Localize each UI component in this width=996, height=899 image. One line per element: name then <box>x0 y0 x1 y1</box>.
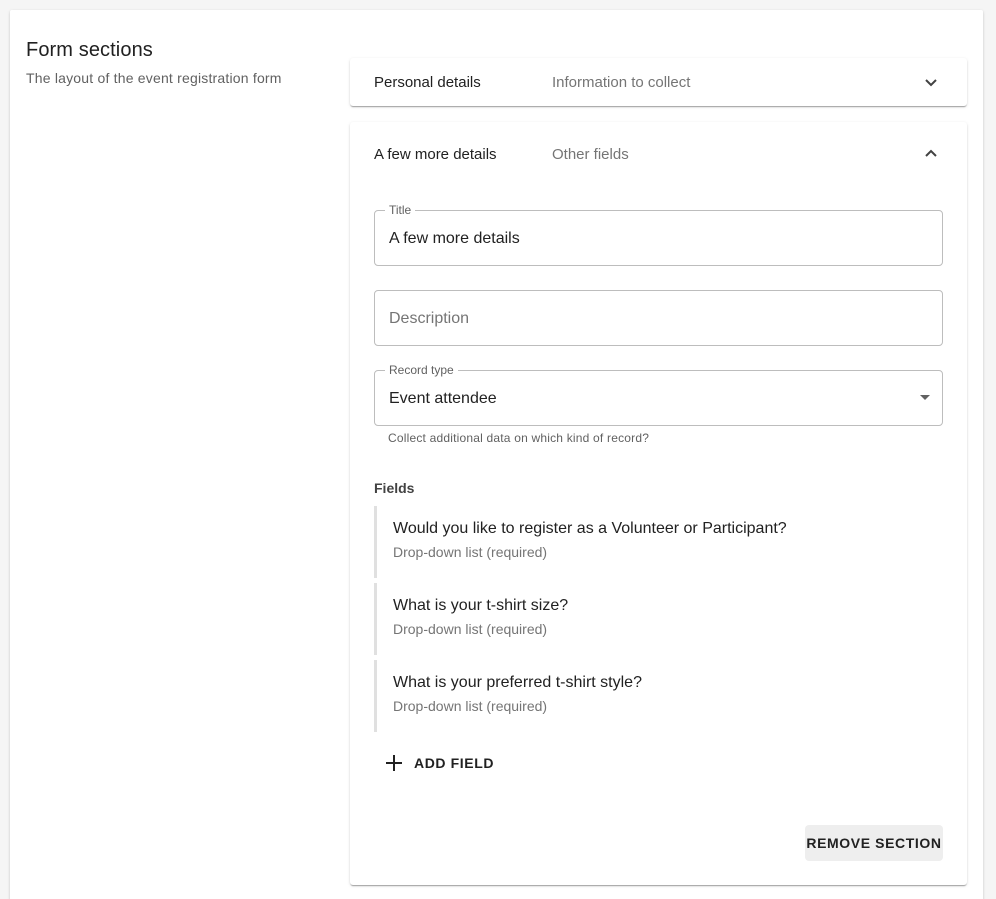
chevron-up-icon[interactable] <box>919 142 943 166</box>
record-type-helper: Collect additional data on which kind of… <box>388 431 650 445</box>
remove-section-button[interactable]: REMOVE SECTION <box>805 825 943 861</box>
record-type-label: Record type <box>385 363 458 377</box>
description-placeholder[interactable]: Description <box>389 310 469 328</box>
field-question: What is your t-shirt size? <box>393 597 569 614</box>
title-field[interactable]: Title A few more details <box>374 203 943 266</box>
description-field[interactable]: Description <box>374 290 943 346</box>
panel-header[interactable]: Personal details Information to collect <box>350 58 967 106</box>
panel-name: Personal details <box>374 74 481 91</box>
add-field-label: ADD FIELD <box>414 755 495 771</box>
dropdown-arrow-icon[interactable] <box>920 395 930 400</box>
panel-subtitle: Information to collect <box>552 74 691 91</box>
record-type-value[interactable]: Event attendee <box>389 390 497 408</box>
title-label: Title <box>385 203 416 217</box>
record-type-select[interactable]: Record type Event attendee <box>374 363 943 426</box>
field-question: What is your preferred t-shirt style? <box>393 674 642 691</box>
panel-name: A few more details <box>374 146 497 163</box>
panel-subtitle: Other fields <box>552 146 629 163</box>
plus-icon <box>386 755 402 771</box>
field-question: Would you like to register as a Voluntee… <box>393 520 787 537</box>
title-value[interactable]: A few more details <box>389 230 520 248</box>
list-item-field[interactable]: What is your preferred t-shirt style? Dr… <box>374 660 943 732</box>
list-item-field[interactable]: Would you like to register as a Voluntee… <box>374 506 943 578</box>
section-title: Form sections <box>26 39 153 61</box>
section-description: The layout of the event registration for… <box>26 70 282 86</box>
panel-personal-details[interactable]: Personal details Information to collect <box>350 58 967 106</box>
panel-a-few-more-details: A few more details Other fields Title A … <box>350 122 967 885</box>
field-type: Drop-down list (required) <box>393 698 548 714</box>
field-type: Drop-down list (required) <box>393 544 548 560</box>
fields-heading: Fields <box>374 480 415 496</box>
field-type: Drop-down list (required) <box>393 621 548 637</box>
chevron-down-icon[interactable] <box>919 70 943 94</box>
panel-header[interactable]: A few more details Other fields <box>350 122 967 170</box>
list-item-field[interactable]: What is your t-shirt size? Drop-down lis… <box>374 583 943 655</box>
add-field-button[interactable]: ADD FIELD <box>378 748 502 778</box>
